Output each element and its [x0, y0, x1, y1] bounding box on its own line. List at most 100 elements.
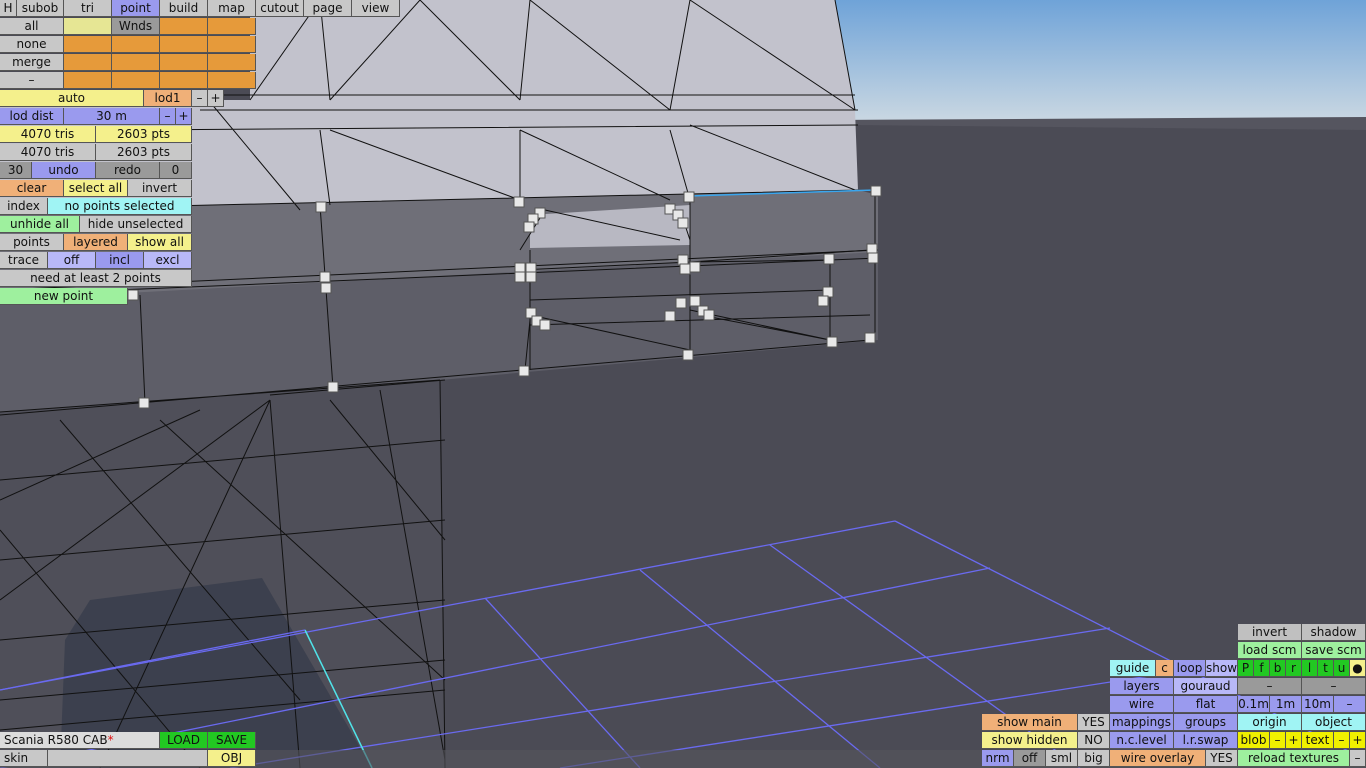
show-hidden-value[interactable]: NO — [1078, 732, 1110, 749]
flag-f-button[interactable]: f — [1254, 660, 1270, 677]
layers-button[interactable]: layers — [1110, 678, 1174, 695]
grid-0.1m-button[interactable]: 0.1m — [1238, 696, 1270, 713]
lod-dist-value[interactable]: 30 m — [64, 108, 160, 125]
group-slot[interactable] — [160, 54, 208, 71]
hide-unselected-button[interactable]: hide unselected — [80, 216, 192, 233]
dash-button-2[interactable]: – — [1302, 678, 1366, 695]
group-slot[interactable] — [64, 18, 112, 35]
lod-auto-button[interactable]: auto — [0, 90, 144, 107]
groups-button[interactable]: groups — [1174, 714, 1238, 731]
lod-minus-button[interactable]: – — [192, 90, 208, 107]
select-all-button[interactable]: select all — [64, 180, 128, 197]
blob-plus-button[interactable]: + — [1286, 732, 1302, 749]
sml-button[interactable]: sml — [1046, 750, 1078, 767]
reload-textures-button[interactable]: reload textures — [1238, 750, 1350, 767]
points-mode-button[interactable]: points — [0, 234, 64, 251]
group-slot[interactable] — [112, 54, 160, 71]
clear-selection-button[interactable]: clear — [0, 180, 64, 197]
cutout-tab[interactable]: cutout — [256, 0, 304, 17]
text-plus-button[interactable]: + — [1350, 732, 1366, 749]
loop-button[interactable]: loop — [1174, 660, 1206, 677]
grid-minus-button[interactable]: – — [1334, 696, 1366, 713]
flag-p-button[interactable]: P — [1238, 660, 1254, 677]
skin-button[interactable]: skin — [0, 750, 48, 767]
obj-button[interactable]: OBJ — [208, 750, 256, 767]
save-scm-button[interactable]: save scm — [1302, 642, 1366, 659]
group-slot[interactable] — [160, 36, 208, 53]
dash-button-1[interactable]: – — [1238, 678, 1302, 695]
merge-groups-button[interactable]: merge — [0, 54, 64, 71]
group-slot[interactable] — [160, 72, 208, 89]
lod-dist-plus[interactable]: + — [176, 108, 192, 125]
load-scm-button[interactable]: load scm — [1238, 642, 1302, 659]
show-hidden-label[interactable]: show hidden — [982, 732, 1078, 749]
undo-button[interactable]: undo — [32, 162, 96, 179]
new-point-button[interactable]: new point — [0, 288, 128, 305]
flag-t-button[interactable]: t — [1318, 660, 1334, 677]
origin-button[interactable]: origin — [1238, 714, 1302, 731]
subob-tab[interactable]: subob — [17, 0, 64, 17]
lr-swap-button[interactable]: l.r.swap — [1174, 732, 1238, 749]
build-tab[interactable]: build — [160, 0, 208, 17]
shadow-button[interactable]: shadow — [1302, 624, 1366, 641]
group-wnds[interactable]: Wnds — [112, 18, 160, 35]
group-slot[interactable] — [208, 36, 256, 53]
wire-overlay-label[interactable]: wire overlay — [1110, 750, 1206, 767]
tri-tab[interactable]: tri — [64, 0, 112, 17]
blob-button[interactable]: blob — [1238, 732, 1270, 749]
flag-l-button[interactable]: l — [1302, 660, 1318, 677]
group-slot[interactable] — [208, 54, 256, 71]
select-none-groups-button[interactable]: none — [0, 36, 64, 53]
text-button[interactable]: text — [1302, 732, 1334, 749]
show-all-button[interactable]: show all — [128, 234, 192, 251]
blob-minus-button[interactable]: – — [1270, 732, 1286, 749]
show-main-value[interactable]: YES — [1078, 714, 1110, 731]
nrm-button[interactable]: nrm — [982, 750, 1014, 767]
grid-10m-button[interactable]: 10m — [1302, 696, 1334, 713]
object-button[interactable]: object — [1302, 714, 1366, 731]
point-tab[interactable]: point — [112, 0, 160, 17]
lod-plus-button[interactable]: + — [208, 90, 224, 107]
map-tab[interactable]: map — [208, 0, 256, 17]
redo-button[interactable]: redo — [96, 162, 160, 179]
nc-level-button[interactable]: n.c.level — [1110, 732, 1174, 749]
unhide-all-button[interactable]: unhide all — [0, 216, 80, 233]
flag-b-button[interactable]: b — [1270, 660, 1286, 677]
grid-1m-button[interactable]: 1m — [1270, 696, 1302, 713]
text-minus-button[interactable]: – — [1334, 732, 1350, 749]
remove-group-button[interactable]: – — [0, 72, 64, 89]
mappings-button[interactable]: mappings — [1110, 714, 1174, 731]
reload-minus-button[interactable]: – — [1350, 750, 1366, 767]
view-tab[interactable]: view — [352, 0, 400, 17]
lod1-button[interactable]: lod1 — [144, 90, 192, 107]
layered-button[interactable]: layered — [64, 234, 128, 251]
show-main-label[interactable]: show main — [982, 714, 1078, 731]
c-button[interactable]: c — [1156, 660, 1174, 677]
group-slot[interactable] — [64, 54, 112, 71]
show-button[interactable]: show — [1206, 660, 1238, 677]
group-slot[interactable] — [112, 72, 160, 89]
group-slot[interactable] — [208, 18, 256, 35]
load-button[interactable]: LOAD — [160, 732, 208, 749]
skin-field[interactable] — [48, 750, 208, 767]
dot-icon[interactable]: ● — [1350, 660, 1366, 677]
wire-button[interactable]: wire — [1110, 696, 1174, 713]
off-button[interactable]: off — [1014, 750, 1046, 767]
index-button[interactable]: index — [0, 198, 48, 215]
group-slot[interactable] — [112, 36, 160, 53]
flat-button[interactable]: flat — [1174, 696, 1238, 713]
page-tab[interactable]: page — [304, 0, 352, 17]
gouraud-button[interactable]: gouraud — [1174, 678, 1238, 695]
group-slot[interactable] — [64, 72, 112, 89]
group-slot[interactable] — [64, 36, 112, 53]
select-all-groups-button[interactable]: all — [0, 18, 64, 35]
group-slot[interactable] — [208, 72, 256, 89]
viewport-3d[interactable] — [0, 0, 1366, 768]
flag-u-button[interactable]: u — [1334, 660, 1350, 677]
invert-button[interactable]: invert — [1238, 624, 1302, 641]
group-slot[interactable] — [160, 18, 208, 35]
wire-overlay-value[interactable]: YES — [1206, 750, 1238, 767]
guide-button[interactable]: guide — [1110, 660, 1156, 677]
trace-incl-button[interactable]: incl — [96, 252, 144, 269]
trace-off-button[interactable]: off — [48, 252, 96, 269]
